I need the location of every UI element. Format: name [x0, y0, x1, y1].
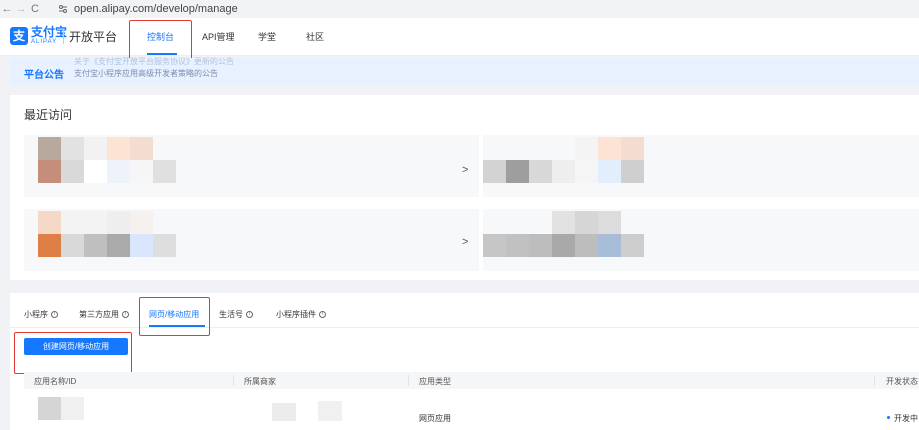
platform-title: 开放平台 [69, 30, 118, 44]
reload-button[interactable]: C [28, 3, 42, 15]
apps-panel: 小程序 i 第三方应用 i 网页/移动应用 生活号 i 小程序插件 i 创建网页… [10, 293, 919, 430]
tab-label: 第三方应用 [79, 310, 119, 319]
top-navigation: 支 支付宝 ALIPAY 开放平台 控制台 API管理 学堂 社区 [0, 18, 919, 60]
info-icon[interactable]: i [122, 311, 129, 318]
merchant-redacted [318, 401, 342, 421]
logo-divider [63, 29, 64, 44]
info-icon[interactable]: i [319, 311, 326, 318]
back-button[interactable]: ← [0, 3, 14, 15]
tab-mini-program-plugin[interactable]: 小程序插件 i [276, 309, 326, 320]
merchant-redacted [272, 403, 296, 421]
chevron-right-icon[interactable]: > [462, 236, 468, 248]
app-name-redacted [61, 397, 84, 420]
tab-life-account[interactable]: 生活号 i [219, 309, 253, 320]
dev-status-cell: 开发中 [894, 414, 918, 423]
recent-visits-panel: 最近访问 > > [10, 95, 919, 280]
forward-button[interactable]: → [14, 3, 28, 15]
recent-app-card[interactable] [483, 209, 919, 271]
recent-app-card[interactable] [483, 135, 919, 197]
app-type-cell: 网页应用 [419, 414, 451, 423]
nav-api-management[interactable]: API管理 [202, 30, 235, 43]
column-header-app-name: 应用名称/ID [34, 377, 77, 386]
alipay-logo-icon[interactable]: 支 [10, 27, 28, 45]
status-dot-icon [887, 416, 890, 419]
address-bar[interactable]: open.alipay.com/develop/manage [74, 3, 238, 15]
chevron-right-icon[interactable]: > [462, 164, 468, 176]
announcement-title: 平台公告 [24, 70, 64, 81]
announcement-item[interactable]: 关于《支付宝开放平台服务协议》更新的公告 [74, 56, 234, 67]
recent-app-card[interactable] [24, 135, 479, 197]
nav-academy[interactable]: 学堂 [258, 30, 276, 43]
column-divider [874, 375, 875, 386]
browser-toolbar: ← → C open.alipay.com/develop/manage [0, 0, 919, 18]
tab-label: 小程序 [24, 310, 48, 319]
tab-third-party-app[interactable]: 第三方应用 i [79, 309, 129, 320]
logo-text: 支付宝 [31, 25, 68, 39]
info-icon[interactable]: i [51, 311, 58, 318]
column-header-app-type: 应用类型 [419, 377, 451, 386]
column-header-merchant: 所属商家 [244, 377, 276, 386]
announcement-item[interactable]: 支付宝小程序应用高级开发者策略的公告 [74, 68, 218, 79]
tab-label: 小程序插件 [276, 310, 316, 319]
column-divider [408, 375, 409, 386]
tab-mini-program[interactable]: 小程序 i [24, 309, 58, 320]
info-icon[interactable]: i [246, 311, 253, 318]
table-header: 应用名称/ID 所属商家 应用类型 开发状态 [24, 372, 919, 389]
highlight-box-console [129, 20, 192, 60]
highlight-box-create-button [14, 332, 132, 374]
announcement-bar: 平台公告 关于《支付宝开放平台服务协议》更新的公告 支付宝小程序应用高级开发者策… [10, 56, 919, 86]
nav-community[interactable]: 社区 [306, 30, 324, 43]
column-divider [233, 375, 234, 386]
site-info-icon[interactable] [58, 4, 68, 14]
logo-subtext: ALIPAY [31, 39, 58, 45]
tab-label: 生活号 [219, 310, 243, 319]
column-header-dev-status: 开发状态 [886, 377, 918, 386]
recent-app-card[interactable] [24, 209, 479, 271]
highlight-box-web-tab [139, 297, 210, 336]
recent-visits-title: 最近访问 [24, 108, 73, 122]
app-icon [38, 397, 61, 420]
